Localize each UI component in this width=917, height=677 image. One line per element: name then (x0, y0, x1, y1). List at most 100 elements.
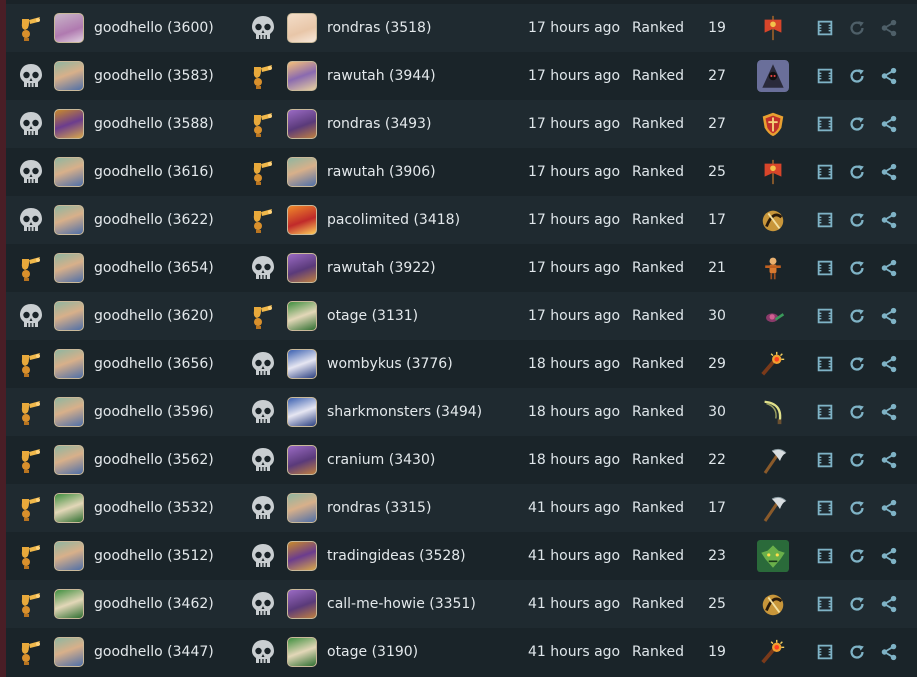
player2-avatar[interactable] (287, 445, 317, 475)
share-icon[interactable] (878, 641, 900, 663)
share-icon[interactable] (878, 161, 900, 183)
swirl-icon[interactable] (756, 587, 790, 621)
watch-icon[interactable] (814, 305, 836, 327)
player2-avatar[interactable] (287, 301, 317, 331)
player2-avatar[interactable] (287, 61, 317, 91)
match-row[interactable]: goodhello (3588) rondras (3493) 17 hours a… (6, 100, 917, 148)
player1-name[interactable]: goodhello (3562) (94, 452, 214, 468)
player1-avatar[interactable] (54, 253, 84, 283)
watch-icon[interactable] (814, 401, 836, 423)
replay-icon[interactable] (846, 257, 868, 279)
player2-avatar[interactable] (287, 109, 317, 139)
replay-icon[interactable] (846, 545, 868, 567)
share-icon[interactable] (878, 17, 900, 39)
match-row[interactable]: goodhello (3596) sharkmonsters (3494) 18 h… (6, 388, 917, 436)
player1-avatar[interactable] (54, 493, 84, 523)
replay-icon[interactable] (846, 209, 868, 231)
watch-icon[interactable] (814, 161, 836, 183)
player2-avatar[interactable] (287, 205, 317, 235)
player1-avatar[interactable] (54, 397, 84, 427)
doll-icon[interactable] (756, 251, 790, 285)
watch-icon[interactable] (814, 641, 836, 663)
goblin-icon[interactable] (756, 539, 790, 573)
match-row[interactable]: goodhello (3583) rawutah (3944) 17 hours a… (6, 52, 917, 100)
share-icon[interactable] (878, 65, 900, 87)
watch-icon[interactable] (814, 449, 836, 471)
match-row[interactable]: goodhello (3512) tradingideas (3528) 41 ho… (6, 532, 917, 580)
watch-icon[interactable] (814, 497, 836, 519)
player2-avatar[interactable] (287, 493, 317, 523)
player1-name[interactable]: goodhello (3583) (94, 68, 214, 84)
player2-avatar[interactable] (287, 349, 317, 379)
share-icon[interactable] (878, 113, 900, 135)
player2-name[interactable]: otage (3190) (327, 644, 418, 660)
share-icon[interactable] (878, 497, 900, 519)
match-row[interactable]: goodhello (3654) rawutah (3922) 17 hours a… (6, 244, 917, 292)
replay-icon[interactable] (846, 305, 868, 327)
snail-icon[interactable] (756, 299, 790, 333)
player2-avatar[interactable] (287, 253, 317, 283)
player1-avatar[interactable] (54, 205, 84, 235)
player2-name[interactable]: rondras (3315) (327, 500, 431, 516)
watch-icon[interactable] (814, 545, 836, 567)
player1-name[interactable]: goodhello (3462) (94, 596, 214, 612)
player2-name[interactable]: rawutah (3922) (327, 260, 436, 276)
replay-icon[interactable] (846, 353, 868, 375)
player1-avatar[interactable] (54, 301, 84, 331)
hooded-icon[interactable] (756, 59, 790, 93)
watch-icon[interactable] (814, 257, 836, 279)
replay-icon[interactable] (846, 65, 868, 87)
player2-name[interactable]: rawutah (3944) (327, 68, 436, 84)
watch-icon[interactable] (814, 593, 836, 615)
player1-avatar[interactable] (54, 349, 84, 379)
match-row[interactable]: goodhello (3620) otage (3131) 17 hours ago… (6, 292, 917, 340)
match-row[interactable]: goodhello (3447) otage (3190) 41 hours ago… (6, 628, 917, 676)
replay-icon[interactable] (846, 113, 868, 135)
share-icon[interactable] (878, 257, 900, 279)
player1-avatar[interactable] (54, 61, 84, 91)
match-row[interactable]: goodhello (3462) call-me-howie (3351) 41 h… (6, 580, 917, 628)
player2-avatar[interactable] (287, 541, 317, 571)
player2-name[interactable]: sharkmonsters (3494) (327, 404, 482, 420)
player1-avatar[interactable] (54, 445, 84, 475)
axe-icon[interactable] (756, 491, 790, 525)
player1-avatar[interactable] (54, 157, 84, 187)
whip-icon[interactable] (756, 395, 790, 429)
swirl-icon[interactable] (756, 203, 790, 237)
match-row[interactable]: goodhello (3622) pacolimited (3418) 17 hou… (6, 196, 917, 244)
player2-avatar[interactable] (287, 397, 317, 427)
player1-name[interactable]: goodhello (3654) (94, 260, 214, 276)
player1-avatar[interactable] (54, 589, 84, 619)
banner-icon[interactable] (756, 11, 790, 45)
share-icon[interactable] (878, 593, 900, 615)
player1-name[interactable]: goodhello (3616) (94, 164, 214, 180)
replay-icon[interactable] (846, 401, 868, 423)
player1-name[interactable]: goodhello (3512) (94, 548, 214, 564)
share-icon[interactable] (878, 545, 900, 567)
player2-name[interactable]: call-me-howie (3351) (327, 596, 476, 612)
player2-avatar[interactable] (287, 13, 317, 43)
replay-icon[interactable] (846, 449, 868, 471)
player2-name[interactable]: rondras (3518) (327, 20, 431, 36)
replay-icon[interactable] (846, 641, 868, 663)
banner-icon[interactable] (756, 155, 790, 189)
shield-icon[interactable] (756, 107, 790, 141)
watch-icon[interactable] (814, 209, 836, 231)
player1-name[interactable]: goodhello (3622) (94, 212, 214, 228)
replay-icon[interactable] (846, 161, 868, 183)
player1-avatar[interactable] (54, 109, 84, 139)
player1-avatar[interactable] (54, 541, 84, 571)
player2-name[interactable]: rawutah (3906) (327, 164, 436, 180)
share-icon[interactable] (878, 305, 900, 327)
watch-icon[interactable] (814, 65, 836, 87)
player2-name[interactable]: rondras (3493) (327, 116, 431, 132)
player2-avatar[interactable] (287, 637, 317, 667)
player1-name[interactable]: goodhello (3588) (94, 116, 214, 132)
player1-name[interactable]: goodhello (3596) (94, 404, 214, 420)
watch-icon[interactable] (814, 353, 836, 375)
firework-icon[interactable] (756, 635, 790, 669)
player1-name[interactable]: goodhello (3532) (94, 500, 214, 516)
player1-name[interactable]: goodhello (3620) (94, 308, 214, 324)
firework-icon[interactable] (756, 347, 790, 381)
watch-icon[interactable] (814, 113, 836, 135)
